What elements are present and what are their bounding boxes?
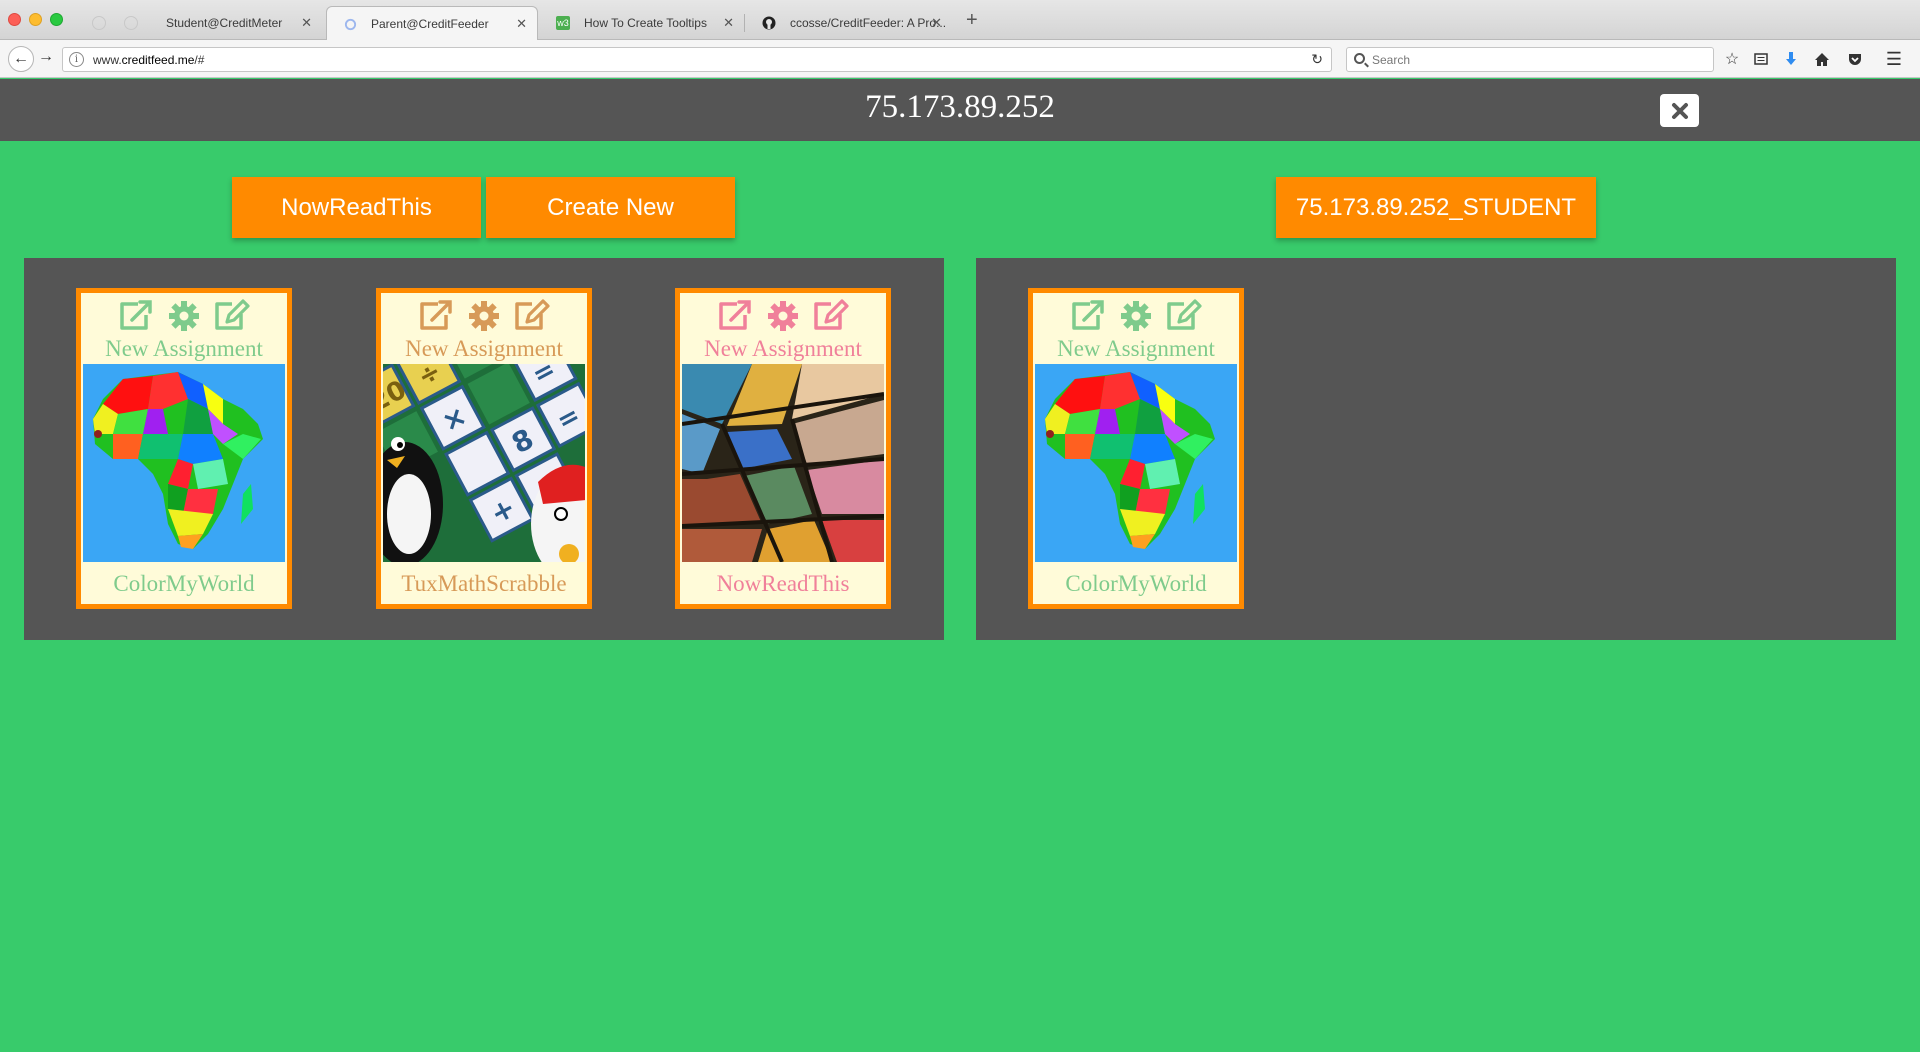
browser-tab-bar: Student@CreditMeter ✕ Parent@CreditFeede… xyxy=(0,0,1920,41)
assignment-card[interactable]: New Assignment ColorMyWorld xyxy=(76,288,292,609)
hamburger-menu-icon[interactable]: ☰ xyxy=(1884,49,1904,69)
card-title: TuxMathScrabble xyxy=(401,571,567,596)
reload-icon[interactable]: ↻ xyxy=(1311,51,1323,68)
tab-close-icon[interactable]: ✕ xyxy=(723,15,734,31)
edit-icon[interactable] xyxy=(512,299,552,333)
tab-label: Student@CreditMeter xyxy=(166,16,283,30)
close-button[interactable] xyxy=(1660,94,1699,127)
open-external-icon[interactable] xyxy=(715,299,755,333)
url-bar[interactable]: i www.creditfeed.me/# ↻ xyxy=(62,47,1332,72)
gear-icon[interactable] xyxy=(765,299,801,333)
github-icon xyxy=(762,16,776,30)
card-title: ColorMyWorld xyxy=(1065,571,1207,596)
open-external-icon[interactable] xyxy=(116,299,156,333)
card-title: ColorMyWorld xyxy=(113,571,255,596)
tux-math-thumbnail: 20 ÷ = × = 8 = + xyxy=(383,364,585,562)
browser-tab[interactable]: Student@CreditMeter ✕ xyxy=(122,6,322,40)
browser-nav-bar: ← → i www.creditfeed.me/# ↻ Search ☆ ☰ xyxy=(0,40,1920,78)
home-icon[interactable] xyxy=(1812,49,1832,69)
student-account-button[interactable]: 75.173.89.252_STUDENT xyxy=(1276,177,1596,238)
loading-icon xyxy=(343,17,357,31)
tab-label: ccosse/CreditFeeder: A Pro... xyxy=(790,16,947,30)
parent-assignments-panel: New Assignment ColorMyWorld New Assignme… xyxy=(24,258,944,640)
reading-list-icon[interactable] xyxy=(1751,49,1771,69)
new-tab-button[interactable]: + xyxy=(966,10,978,30)
app-header: 75.173.89.252 xyxy=(0,79,1920,141)
card-header: New Assignment xyxy=(1057,336,1215,361)
card-header: New Assignment xyxy=(405,336,563,361)
forward-button[interactable]: → xyxy=(38,48,54,66)
tab-close-icon[interactable]: ✕ xyxy=(931,15,942,31)
back-arrow-icon: ← xyxy=(13,50,29,67)
open-external-icon[interactable] xyxy=(1068,299,1108,333)
africa-map-thumbnail xyxy=(83,364,285,562)
window-minimize-button[interactable] xyxy=(29,13,42,26)
forward-arrow-icon: → xyxy=(38,48,54,65)
search-icon xyxy=(1354,53,1365,64)
pinned-tab-icon[interactable] xyxy=(92,16,106,30)
edit-icon[interactable] xyxy=(1164,299,1204,333)
window-close-button[interactable] xyxy=(8,13,21,26)
card-title: NowReadThis xyxy=(716,571,850,596)
tab-label: How To Create Tooltips xyxy=(584,16,707,30)
back-button[interactable]: ← xyxy=(8,46,34,72)
student-assignments-panel: New Assignment ColorMyWorld xyxy=(976,258,1896,640)
close-icon xyxy=(1671,102,1688,119)
tab-close-icon[interactable]: ✕ xyxy=(301,15,312,31)
window-zoom-button[interactable] xyxy=(50,13,63,26)
card-header: New Assignment xyxy=(105,336,263,361)
edit-icon[interactable] xyxy=(811,299,851,333)
tab-close-icon[interactable]: ✕ xyxy=(516,16,527,32)
browser-tab[interactable]: w3 How To Create Tooltips ✕ xyxy=(540,6,744,40)
search-input[interactable]: Search xyxy=(1346,47,1714,72)
stained-glass-thumbnail xyxy=(682,364,884,562)
edit-icon[interactable] xyxy=(212,299,252,333)
pocket-icon[interactable] xyxy=(1845,49,1865,69)
nowreadthis-button[interactable]: NowReadThis xyxy=(232,177,481,238)
gear-icon[interactable] xyxy=(166,299,202,333)
search-placeholder: Search xyxy=(1372,53,1411,67)
gear-icon[interactable] xyxy=(466,299,502,333)
w3-favicon-icon: w3 xyxy=(556,16,570,30)
browser-tab[interactable]: ccosse/CreditFeeder: A Pro... ✕ xyxy=(746,6,952,40)
assignment-card[interactable]: New Assignment NowReadThis xyxy=(675,288,891,609)
tab-label: Parent@CreditFeeder xyxy=(371,17,489,31)
download-icon[interactable] xyxy=(1781,49,1801,69)
page-title: 75.173.89.252 xyxy=(865,89,1055,125)
info-icon[interactable]: i xyxy=(69,52,84,67)
gear-icon[interactable] xyxy=(1118,299,1154,333)
browser-tab-active[interactable]: Parent@CreditFeeder ✕ xyxy=(326,6,538,41)
africa-map-thumbnail xyxy=(1035,364,1237,562)
assignment-card[interactable]: New Assignment ColorMyWorld xyxy=(1028,288,1244,609)
assignment-card[interactable]: New Assignment 20 ÷ × = 8 = + TuxMathScr… xyxy=(376,288,592,609)
card-header: New Assignment xyxy=(704,336,862,361)
create-new-button[interactable]: Create New xyxy=(486,177,735,238)
bookmark-star-icon[interactable]: ☆ xyxy=(1722,49,1742,69)
url-text[interactable]: www.creditfeed.me/# xyxy=(93,53,204,67)
open-external-icon[interactable] xyxy=(416,299,456,333)
